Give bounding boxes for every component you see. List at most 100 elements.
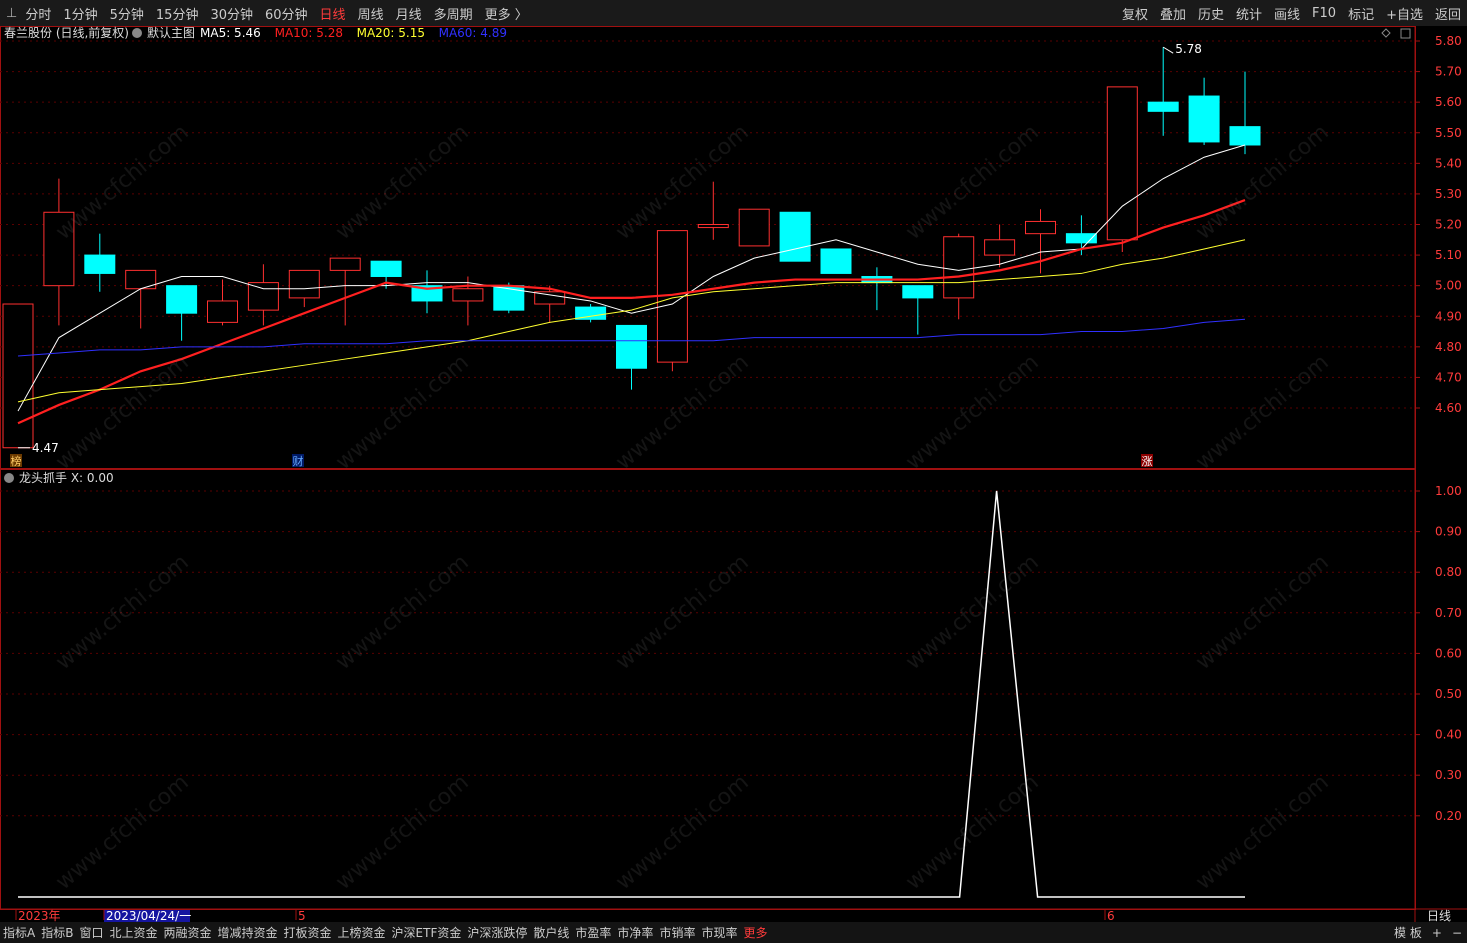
tool-button-6[interactable]: 标记 xyxy=(1348,4,1374,23)
tool-button-7[interactable]: +自选 xyxy=(1386,4,1423,23)
tool-button-3[interactable]: 统计 xyxy=(1236,4,1262,23)
ma-legend-1: MA10: 5.28 xyxy=(275,26,343,40)
main-y-tick-label: 5.20 xyxy=(1435,218,1462,232)
template-toggle-icon[interactable] xyxy=(132,28,142,38)
indicator-label: 龙头抓手 X: 0.00 xyxy=(19,471,114,485)
candle-body xyxy=(1147,101,1179,112)
candle-body xyxy=(493,285,525,311)
period-tab-3[interactable]: 15分钟 xyxy=(156,4,199,23)
main-y-tick-label: 4.60 xyxy=(1435,401,1462,415)
period-tab-2[interactable]: 5分钟 xyxy=(110,4,144,23)
ma-legend-3: MA60: 4.89 xyxy=(439,26,507,40)
candle-body xyxy=(288,269,320,299)
candle-body xyxy=(738,208,770,247)
period-tab-4[interactable]: 30分钟 xyxy=(210,4,253,23)
tool-button-8[interactable]: 返回 xyxy=(1435,4,1461,23)
indicator-y-tick-label: 0.30 xyxy=(1435,768,1462,782)
candle-body xyxy=(984,239,1016,256)
bottom-control-0[interactable]: 模 板 xyxy=(1394,924,1422,941)
period-tab-7[interactable]: 周线 xyxy=(358,4,384,23)
main-y-tick-label: 4.70 xyxy=(1435,370,1462,384)
period-tab-0[interactable]: 分时 xyxy=(25,4,51,23)
candle-body xyxy=(43,211,75,287)
high-price-label: 5.78 xyxy=(1175,42,1202,56)
ma-legend-0: MA5: 5.46 xyxy=(200,26,261,40)
tool-button-0[interactable]: 复权 xyxy=(1122,4,1148,23)
tool-button-2[interactable]: 历史 xyxy=(1198,4,1224,23)
period-tab-9[interactable]: 多周期 xyxy=(434,4,473,23)
period-tabs: ⊥ 分时 1分钟 5分钟 15分钟 30分钟 60分钟 日线 周线 月线 多周期 更多 〉 xyxy=(0,4,540,23)
indicator-tab-0[interactable]: 指标A xyxy=(3,924,35,941)
candle-body xyxy=(902,285,934,299)
indicator-tab-11[interactable]: 市盈率 xyxy=(575,924,611,941)
main-y-tick-label: 5.30 xyxy=(1435,187,1462,201)
indicator-tab-12[interactable]: 市净率 xyxy=(617,924,653,941)
candle-body xyxy=(166,285,198,314)
indicator-tab-7[interactable]: 上榜资金 xyxy=(338,924,386,941)
main-y-tick-label: 5.40 xyxy=(1435,156,1462,170)
candle-body xyxy=(329,257,361,271)
indicator-tab-9[interactable]: 沪深涨跌停 xyxy=(467,924,527,941)
main-y-tick-label: 5.80 xyxy=(1435,34,1462,48)
tool-buttons: 复权 叠加 历史 统计 画线 F10 标记 +自选 返回 xyxy=(1116,0,1467,26)
low-price-label: 4.47 xyxy=(32,441,59,455)
panel-menu-icon[interactable] xyxy=(1400,28,1411,39)
toolbar-arrow[interactable]: ⊥ xyxy=(6,6,17,21)
stock-chart[interactable]: 5.80 5.70 5.60 5.50 5.40 5.30 5.20 5.10 5.00 4.90… xyxy=(0,26,1467,922)
high-marker xyxy=(1162,46,1174,54)
indicator-y-tick-label: 0.70 xyxy=(1435,606,1462,620)
candle-body xyxy=(370,260,402,277)
indicator-tab-10[interactable]: 散户线 xyxy=(533,924,569,941)
diamond-icon[interactable] xyxy=(1381,28,1391,38)
main-y-tick-label: 5.00 xyxy=(1435,279,1462,293)
indicator-y-tick-label: 0.90 xyxy=(1435,525,1462,539)
indicator-tab-3[interactable]: 北上资金 xyxy=(109,924,157,941)
indicator-tab-13[interactable]: 市销率 xyxy=(659,924,695,941)
main-y-tick-label: 5.50 xyxy=(1435,126,1462,140)
ma-legend-2: MA20: 5.15 xyxy=(357,26,425,40)
candle-body xyxy=(247,282,279,311)
indicator-y-tick-label: 0.40 xyxy=(1435,728,1462,742)
indicator-tab-6[interactable]: 打板资金 xyxy=(284,924,332,941)
candle-body xyxy=(84,254,116,274)
main-panel-frame xyxy=(0,26,1416,469)
main-y-tick-label: 5.70 xyxy=(1435,65,1462,79)
period-tab-5[interactable]: 60分钟 xyxy=(265,4,308,23)
bottom-control-2[interactable]: − xyxy=(1452,926,1462,940)
candle-body xyxy=(697,224,729,229)
indicator-y-tick-label: 0.80 xyxy=(1435,565,1462,579)
indicator-tab-14[interactable]: 市现率 xyxy=(701,924,737,941)
tool-button-4[interactable]: 画线 xyxy=(1274,4,1300,23)
ma-line-ma10 xyxy=(17,199,1246,425)
tool-button-1[interactable]: 叠加 xyxy=(1160,4,1186,23)
candle-body xyxy=(1229,126,1261,146)
indicator-toggle-icon[interactable] xyxy=(4,473,14,483)
bottom-control-1[interactable]: + xyxy=(1432,926,1442,940)
indicator-tab-4[interactable]: 两融资金 xyxy=(163,924,211,941)
main-y-tick-label: 4.80 xyxy=(1435,340,1462,354)
event-marker-2: 涨 xyxy=(1142,455,1153,468)
date-label-1: 2023/04/24/一 xyxy=(106,909,191,922)
period-tab-10[interactable]: 更多 〉 xyxy=(485,4,528,23)
candle-body xyxy=(1188,95,1220,143)
period-tab-6[interactable]: 日线 xyxy=(320,4,346,23)
indicator-tab-5[interactable]: 增减持资金 xyxy=(218,924,278,941)
indicator-y-tick-label: 0.50 xyxy=(1435,687,1462,701)
indicator-y-tick-label: 0.20 xyxy=(1435,809,1462,823)
indicator-tab-2[interactable]: 窗口 xyxy=(79,924,103,941)
tool-button-5[interactable]: F10 xyxy=(1312,6,1336,21)
candle-body xyxy=(2,303,34,449)
period-tab-1[interactable]: 1分钟 xyxy=(63,4,97,23)
candle-body xyxy=(943,236,975,299)
indicator-tab-8[interactable]: 沪深ETF资金 xyxy=(392,924,462,941)
indicator-panel-frame xyxy=(0,469,1416,910)
main-y-tick-label: 5.60 xyxy=(1435,95,1462,109)
event-marker-0: 榜 xyxy=(11,454,22,468)
candle-body xyxy=(779,211,811,262)
main-y-tick-label: 4.90 xyxy=(1435,309,1462,323)
indicator-tab-1[interactable]: 指标B xyxy=(41,924,73,941)
indicator-tab-15[interactable]: 更多 xyxy=(743,924,767,941)
candle-body xyxy=(207,300,238,323)
period-tab-8[interactable]: 月线 xyxy=(396,4,422,23)
stock-title-label: 春兰股份 (日线,前复权) xyxy=(4,26,129,40)
